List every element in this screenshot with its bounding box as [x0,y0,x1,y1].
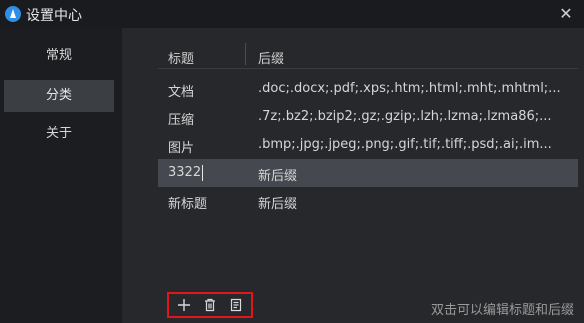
window-title: 设置中心 [26,8,82,24]
plus-icon [178,299,190,311]
close-button[interactable]: ✕ [556,4,576,24]
row-title: 新标题 [168,197,208,212]
row-actions-toolbar [167,292,253,318]
header-divider [245,43,246,65]
delete-button[interactable] [199,295,221,315]
table-row[interactable]: 图片 .bmp;.jpg;.jpeg;.png;.gif;.tif;.tiff;… [158,131,578,159]
table-row[interactable]: 文档 .doc;.docx;.pdf;.xps;.htm;.html;.mht;… [158,75,578,103]
add-button[interactable] [173,295,195,315]
row-suffix: .7z;.bz2;.bzip2;.gz;.gzip;.lzh;.lzma;.lz… [258,109,552,124]
row-suffix: 新后缀 [258,169,298,184]
footer-hint: 双击可以编辑标题和后缀 [430,303,574,318]
column-header-title[interactable]: 标题 [168,48,194,67]
title-bar: 设置中心 ✕ [0,0,584,28]
document-icon [230,298,242,312]
sidebar-item-about[interactable]: 关于 [4,118,114,150]
trash-icon [205,298,215,312]
header-separator [158,68,578,69]
sidebar-item-category[interactable]: 分类 [4,80,114,112]
row-suffix: 新后缀 [258,197,298,212]
app-logo-icon [5,6,21,22]
row-title: 图片 [168,141,195,156]
column-header-suffix[interactable]: 后缀 [258,48,284,67]
table-row[interactable]: 新标题 新后缀 [158,187,578,215]
sidebar: 常规 分类 关于 [0,28,122,323]
table-row-selected[interactable]: 3322 新后缀 [158,159,578,187]
table-row[interactable]: 压缩 .7z;.bz2;.bzip2;.gz;.gzip;.lzh;.lzma;… [158,103,578,131]
row-suffix: .doc;.docx;.pdf;.xps;.htm;.html;.mht;.mh… [258,81,561,96]
row-title-edit-field[interactable]: 3322 [168,165,201,180]
main-panel: 标题 后缀 文档 .doc;.docx;.pdf;.xps;.htm;.html… [122,28,584,323]
text-caret [202,165,203,181]
edit-button[interactable] [225,295,247,315]
row-suffix: .bmp;.jpg;.jpeg;.png;.gif;.tif;.tiff;.ps… [258,137,552,152]
sidebar-item-general[interactable]: 常规 [4,40,114,72]
row-title: 文档 [168,85,195,100]
row-title: 压缩 [168,113,195,128]
